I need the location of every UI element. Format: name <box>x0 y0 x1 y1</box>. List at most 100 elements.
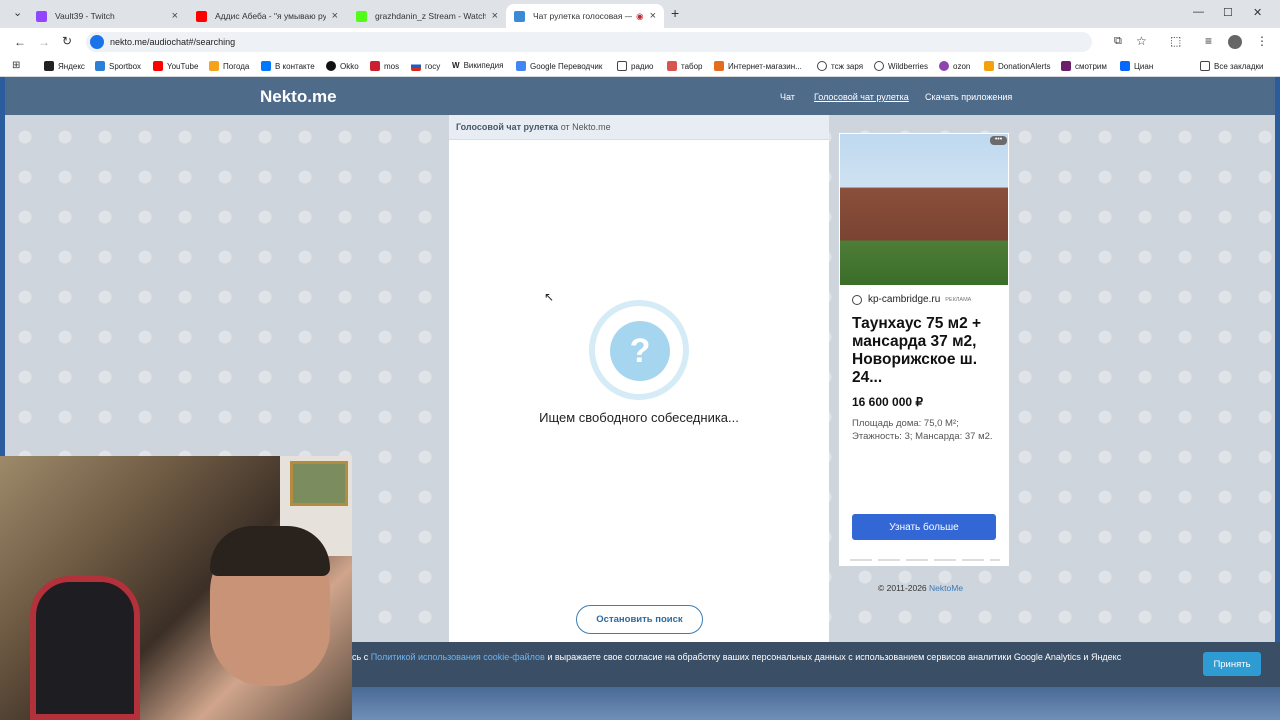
apps-icon[interactable]: ⊞ <box>12 60 20 71</box>
bookmark-ozon[interactable]: ozon <box>939 61 970 71</box>
close-icon[interactable]: × <box>332 10 338 22</box>
globe-icon <box>874 61 884 71</box>
minimize-icon[interactable]: — <box>1193 6 1204 18</box>
folder-icon <box>1200 61 1210 71</box>
tab-label: grazhdanin_z Stream - Watch L <box>375 11 486 21</box>
chat-header: Голосовой чат рулетка от Nekto.me <box>449 115 829 140</box>
ad-more-icon[interactable]: ••• <box>990 136 1007 145</box>
bookmark-shop[interactable]: Интернет-магазин... <box>714 61 802 71</box>
close-icon[interactable]: × <box>650 10 656 22</box>
tab-kick[interactable]: grazhdanin_z Stream - Watch L × <box>348 4 506 28</box>
star-icon[interactable]: ☆ <box>1136 34 1147 48</box>
gosuslugi-icon <box>411 61 421 71</box>
tab-twitch[interactable]: Vault39 - Twitch × <box>28 4 186 28</box>
close-window-icon[interactable]: ✕ <box>1253 6 1262 19</box>
bookmark-donationalerts[interactable]: DonationAlerts <box>984 61 1050 71</box>
bookmark-sportbox[interactable]: Sportbox <box>95 61 141 71</box>
ad-description: Площадь дома: 75,0 М²; Этажность: 3; Ман… <box>852 418 993 442</box>
ad-domain[interactable]: kp-cambridge.ru РЕКЛАМА <box>852 294 971 305</box>
copyright-link[interactable]: NektoMe <box>929 583 963 593</box>
url-text: nekto.me/audiochat#/searching <box>110 37 236 47</box>
bookmark-youtube[interactable]: YouTube <box>153 61 198 71</box>
ad-learn-more-button[interactable]: Узнать больше <box>852 514 996 540</box>
bookmark-label: Sportbox <box>109 61 142 71</box>
cookie-policy-link[interactable]: Политикой использования cookie-файлов <box>371 652 545 662</box>
all-bookmarks[interactable]: Все закладки <box>1200 61 1263 71</box>
stop-search-button[interactable]: Остановить поиск <box>576 605 703 634</box>
bookmark-label: YouTube <box>167 61 199 71</box>
bookmark-wikipedia[interactable]: W Википедия <box>452 61 503 70</box>
reload-icon[interactable]: ↻ <box>62 34 72 48</box>
bookmark-yandex[interactable]: Яндекс <box>44 61 85 71</box>
bookmark-label: Яндекс <box>58 61 85 71</box>
address-bar[interactable]: nekto.me/audiochat#/searching <box>86 32 1092 52</box>
bookmark-tabor[interactable]: табор <box>667 61 703 71</box>
ad-domain-text: kp-cambridge.ru <box>868 294 941 305</box>
cast-icon[interactable]: ⧉ <box>1114 35 1122 48</box>
bookmark-cian[interactable]: Циан <box>1120 61 1153 71</box>
weather-icon <box>209 61 219 71</box>
bookmark-mos[interactable]: mos <box>370 61 399 71</box>
cursor-icon: ↖ <box>544 290 555 304</box>
back-icon[interactable]: ← <box>14 35 26 49</box>
ad-title[interactable]: Таунхаус 75 м2 + мансарда 37 м2, Новориж… <box>852 315 1002 387</box>
bookmark-label: Все закладки <box>1214 61 1264 71</box>
chat-header-title: Голосовой чат рулетка <box>456 122 559 132</box>
bookmark-label: тсж заря <box>831 61 864 71</box>
microphone-icon[interactable] <box>90 35 104 49</box>
menu-icon[interactable]: ⋮ <box>1256 34 1268 48</box>
tab-nekto[interactable]: Чат рулетка голосовая — ◉ × <box>506 4 664 28</box>
tab-label: Vault39 - Twitch <box>55 11 115 21</box>
cookie-text-suffix: и выражаете свое согласие на обработку в… <box>544 652 1122 662</box>
close-icon[interactable]: × <box>172 10 178 22</box>
tab-youtube[interactable]: Аддис Абеба - "я умываю рук × <box>188 4 346 28</box>
shop-icon <box>714 61 724 71</box>
tab-search-icon[interactable]: ⌄ <box>13 6 22 19</box>
bookmark-translate[interactable]: Google Переводчик <box>516 61 602 71</box>
extensions-icon[interactable]: ⬚ <box>1170 34 1181 48</box>
bookmark-label: Циан <box>1134 61 1154 71</box>
maximize-icon[interactable]: ☐ <box>1223 6 1233 19</box>
bookmark-tszh[interactable]: тсж заря <box>817 61 863 71</box>
nav-download-apps[interactable]: Скачать приложения <box>925 92 1012 102</box>
accept-cookies-button[interactable]: Принять <box>1203 652 1261 676</box>
close-icon[interactable]: × <box>492 10 498 22</box>
bookmark-wildberries[interactable]: Wildberries <box>874 61 928 71</box>
bookmark-label: госу <box>425 61 441 71</box>
avatar[interactable] <box>1228 35 1242 49</box>
webcam-person-hair <box>210 526 330 576</box>
nekto-icon <box>514 10 525 22</box>
cookie-text-prefix: сь с <box>352 652 371 662</box>
bookmark-label: Okko <box>340 61 359 71</box>
nav-voice-chat[interactable]: Голосовой чат рулетка <box>814 92 909 102</box>
media-icon[interactable]: ≡ <box>1205 34 1212 48</box>
yandex-icon <box>44 61 54 71</box>
domain-icon <box>852 294 862 305</box>
ad-price: 16 600 000 ₽ <box>852 395 924 409</box>
ad-image[interactable] <box>840 134 1008 285</box>
site-logo[interactable]: Nekto.me <box>260 87 337 107</box>
nav-chat[interactable]: Чат <box>780 92 795 102</box>
background-edge <box>1275 77 1280 642</box>
webcam-painting <box>290 461 348 506</box>
wikipedia-icon: W <box>452 61 460 70</box>
bookmark-label: Wildberries <box>888 61 929 71</box>
bookmark-weather[interactable]: Погода <box>209 61 249 71</box>
donationalerts-icon <box>984 61 994 71</box>
copyright-text: © 2011-2026 <box>878 583 927 593</box>
bookmark-vk[interactable]: В контакте <box>261 61 315 71</box>
ozon-icon <box>939 61 949 71</box>
ad-carousel-dots <box>850 559 1000 561</box>
bookmark-label: табор <box>681 61 703 71</box>
webcam-gaming-chair <box>30 576 140 720</box>
bookmark-gosu[interactable]: госу <box>411 61 440 71</box>
tab-label: Аддис Абеба - "я умываю рук <box>215 11 326 21</box>
youtube-icon <box>196 10 207 22</box>
forward-icon[interactable]: → <box>38 35 50 49</box>
copyright: © 2011-2026 NektoMe <box>878 583 963 593</box>
bookmark-smotrim[interactable]: смотрим <box>1061 61 1107 71</box>
bookmark-radio[interactable]: радио <box>617 61 653 71</box>
new-tab-button[interactable]: + <box>671 5 679 21</box>
recording-icon: ◉ <box>636 10 644 21</box>
bookmark-okko[interactable]: Okko <box>326 61 359 71</box>
